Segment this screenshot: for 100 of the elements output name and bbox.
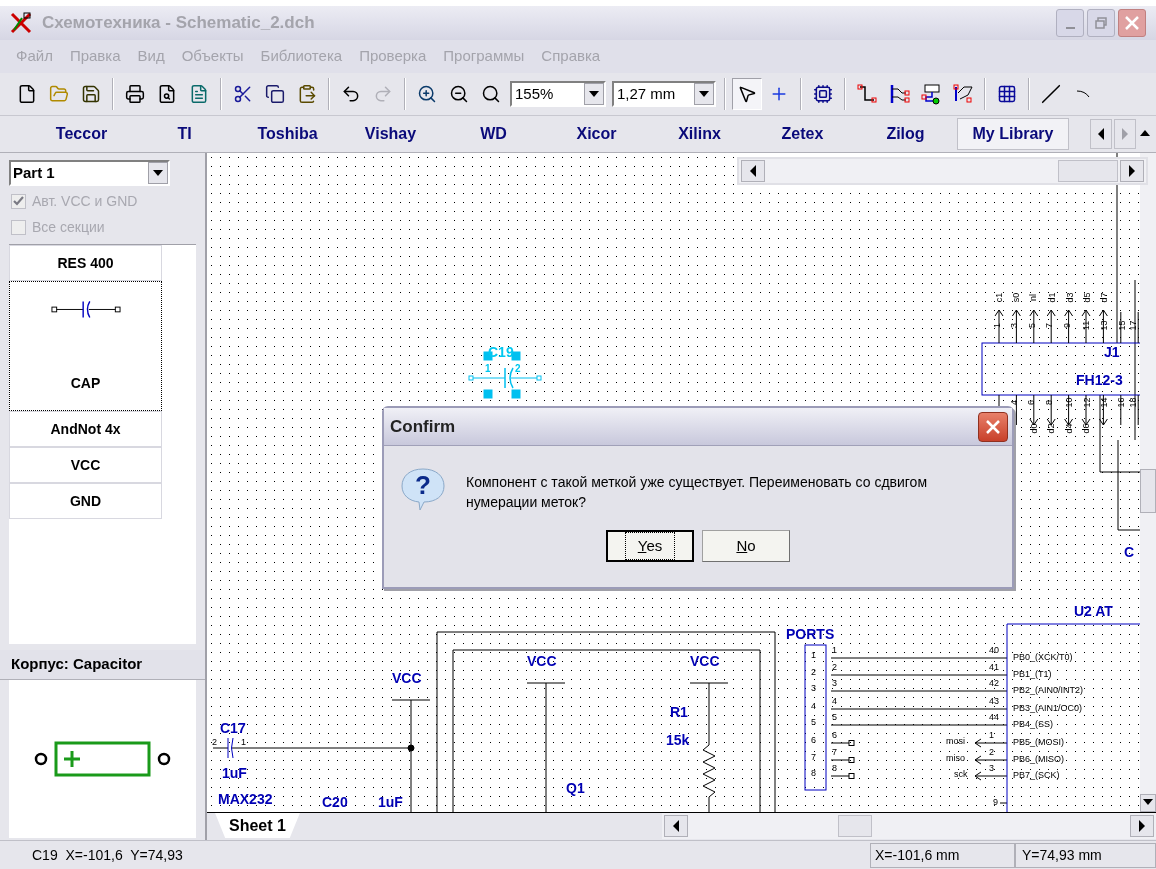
component-label: VCC bbox=[527, 654, 557, 668]
pin-number: 3 bbox=[832, 679, 837, 688]
scroll-left-button[interactable] bbox=[741, 160, 765, 182]
pin-number: d7 bbox=[1099, 292, 1109, 303]
scroll-down-button[interactable] bbox=[1140, 794, 1156, 812]
component-label: 1uF bbox=[378, 795, 403, 809]
pin-number: 8 bbox=[1044, 400, 1054, 405]
scroll-left-button[interactable] bbox=[664, 815, 688, 837]
pointer-button[interactable] bbox=[732, 78, 762, 110]
grid-step-dropdown[interactable]: 1,27 mm bbox=[612, 81, 716, 107]
dialog-button[interactable]: Yes bbox=[606, 530, 694, 562]
document-icon bbox=[189, 84, 209, 104]
zoom-in-icon bbox=[417, 84, 437, 104]
vertical-scrollbar[interactable] bbox=[1140, 153, 1156, 812]
component-label: Q1 bbox=[566, 781, 585, 795]
status-y-coordinate: Y=74,93 mm bbox=[1015, 842, 1156, 868]
bus-icon bbox=[888, 83, 910, 105]
part-list-item[interactable]: GND bbox=[9, 483, 162, 519]
close-icon bbox=[985, 418, 1001, 435]
pin-number: 5 bbox=[1027, 323, 1037, 328]
part-list-item[interactable]: CAP bbox=[9, 281, 162, 411]
component-label: C20 bbox=[322, 795, 348, 809]
pin-number: 3 bbox=[1010, 323, 1020, 328]
line-icon bbox=[1041, 84, 1061, 104]
speech-bubble-icon bbox=[400, 466, 446, 512]
scroll-right-button[interactable] bbox=[1130, 815, 1154, 837]
scrollbar-thumb[interactable] bbox=[838, 815, 872, 837]
copy-icon bbox=[265, 84, 285, 104]
library-tab[interactable]: TI bbox=[133, 118, 236, 150]
library-tab[interactable]: Xilinx bbox=[648, 118, 751, 150]
pin-number: d0 bbox=[1029, 423, 1039, 434]
component-label: C17 bbox=[220, 721, 246, 735]
pin-number: d3 bbox=[1065, 292, 1075, 303]
save-icon bbox=[81, 84, 101, 104]
horizontal-scrollbar[interactable] bbox=[662, 813, 1156, 839]
library-tab[interactable]: Zetex bbox=[751, 118, 854, 150]
library-tab[interactable]: My Library bbox=[957, 118, 1069, 150]
pin-number: 3 bbox=[989, 764, 994, 773]
app-logo-icon bbox=[10, 12, 32, 34]
arc-icon bbox=[1076, 90, 1090, 98]
part-list-item[interactable]: AndNot 4x bbox=[9, 411, 162, 447]
dialog-button[interactable]: No bbox=[702, 530, 790, 562]
pin-number: 2 bbox=[212, 738, 217, 747]
net-label: PB6_(MISO) bbox=[1013, 755, 1064, 764]
pin-number: 2 bbox=[989, 748, 994, 757]
pin-number: 1 bbox=[241, 738, 246, 747]
pin-number: 2 bbox=[515, 364, 521, 374]
pin-number: 1 bbox=[993, 323, 1002, 328]
close-button[interactable] bbox=[978, 411, 1008, 442]
question-mark: ? bbox=[415, 470, 431, 500]
net-label: PB3_(AIN1/OC0) bbox=[1013, 704, 1083, 713]
pin-number: 41 bbox=[989, 663, 999, 672]
library-tab[interactable]: Xicor bbox=[545, 118, 648, 150]
horizontal-scrollbar[interactable] bbox=[737, 157, 1148, 185]
pin-number: 42 bbox=[989, 679, 999, 688]
paste-icon bbox=[297, 84, 317, 104]
library-tab[interactable]: Toshiba bbox=[236, 118, 339, 150]
pin-number: 7 bbox=[832, 748, 837, 757]
part-list-item[interactable]: RES 400 bbox=[9, 245, 162, 281]
component-label: 15k bbox=[666, 733, 690, 747]
zoom-dropdown[interactable]: 155% bbox=[510, 81, 606, 107]
capacitor-symbol-icon bbox=[50, 298, 121, 320]
pin-number: 7 bbox=[1045, 323, 1055, 328]
status-info: C19 X=-101,6 Y=74,93 bbox=[31, 845, 184, 865]
pin-number: d5 bbox=[1082, 292, 1092, 303]
library-tab[interactable]: WD bbox=[442, 118, 545, 150]
undo-icon bbox=[341, 84, 361, 104]
dialog-title: Confirm bbox=[390, 415, 456, 438]
net-label-icon bbox=[952, 83, 974, 105]
scrollbar-thumb[interactable] bbox=[1058, 160, 1118, 182]
pin-number: 2 bbox=[832, 663, 837, 672]
pin-number: d4 bbox=[1064, 423, 1074, 434]
pin-number: 44 bbox=[989, 713, 999, 722]
pin-number: 5 bbox=[832, 713, 837, 722]
library-tab[interactable]: Teccor bbox=[30, 118, 133, 150]
pin-number: 3 bbox=[811, 684, 816, 693]
component-label: 1uF bbox=[222, 766, 247, 780]
window-title: Схемотехника - Schematic_2.dch bbox=[42, 12, 316, 35]
scroll-right-button[interactable] bbox=[1120, 160, 1144, 182]
pin-number: 4 bbox=[832, 697, 837, 706]
part-list-item[interactable]: VCC bbox=[9, 447, 162, 483]
restore-icon bbox=[1095, 17, 1107, 29]
status-x-coordinate: X=-101,6 mm bbox=[870, 842, 1015, 868]
part-dropdown[interactable]: Part 1 bbox=[9, 160, 170, 186]
net-label: PB7_(SCK) bbox=[1013, 771, 1060, 780]
pin-number: 1 bbox=[485, 364, 491, 374]
net-label: PB1_(T1) bbox=[1013, 670, 1052, 679]
wire-icon bbox=[856, 83, 878, 105]
scrollbar-thumb[interactable] bbox=[1140, 468, 1156, 513]
pin-number: 1 bbox=[832, 646, 837, 655]
pin-number: d2 bbox=[1046, 423, 1056, 434]
component-label: MAX232 bbox=[218, 792, 273, 806]
net-label: PB2_(AIN0/INT2) bbox=[1013, 686, 1084, 695]
library-tab[interactable]: Zilog bbox=[854, 118, 957, 150]
library-tab[interactable]: Vishay bbox=[339, 118, 442, 150]
sheet-tab[interactable]: Sheet 1 bbox=[215, 813, 300, 838]
net-label: PB5_(MOSI) bbox=[1013, 738, 1064, 747]
new-file-icon bbox=[17, 84, 37, 104]
pin-number: 6 bbox=[832, 731, 837, 740]
tabs-scroll-left-button[interactable] bbox=[1090, 119, 1112, 149]
